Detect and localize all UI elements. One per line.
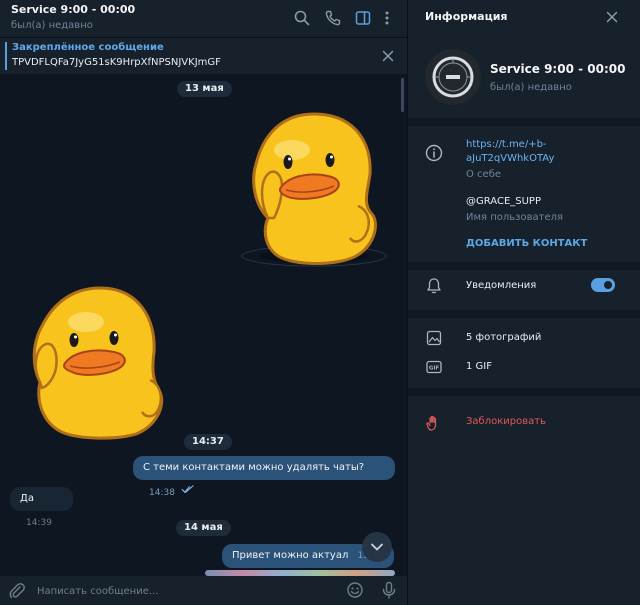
invite-link[interactable]: https://t.me/+b- aJuT2qVWhkOTAy [466,138,554,166]
block-hand-icon [425,414,443,432]
svg-text:GIF: GIF [429,366,440,372]
time-pill: 14:37 [184,434,232,450]
notifications-toggle[interactable] [591,278,615,292]
gif-icon: GIF [425,358,443,376]
contact-name: Service 9:00 - 00:00 [490,62,626,76]
bell-icon [425,277,443,295]
chat-header[interactable]: Service 9:00 - 00:00 был(а) недавно [0,0,407,37]
message-text: С теми контактами можно удалять чаты? [143,462,365,473]
date-pill: 13 мая [177,81,232,97]
pinned-message[interactable]: Закреплённое сообщение TPVDFLQFa7JyG51sK… [0,37,407,74]
invite-link-line2: aJuT2qVWhkOTAy [466,153,555,164]
message-time: 14:38 [149,488,175,498]
pinned-text: TPVDFLQFa7JyG51sK9HrpXfNPSNJVKJmGF [12,57,221,68]
scrollbar[interactable] [401,78,404,112]
pinned-indicator [5,42,7,70]
double-check-icon [181,480,194,504]
duck-sticker[interactable] [28,282,168,440]
more-vert-icon[interactable] [380,9,394,27]
search-icon[interactable] [293,9,311,27]
scroll-down-button[interactable] [362,532,392,562]
block-button[interactable]: Заблокировать [466,416,546,427]
chevron-down-icon [371,543,383,551]
message-out[interactable]: С теми контактами можно удалять чаты? 14… [133,456,395,498]
photo-icon [425,329,443,347]
duck-sticker[interactable] [238,110,390,270]
mic-icon[interactable] [380,581,398,599]
notifications-label: Уведомления [466,280,537,291]
close-icon[interactable] [604,9,620,25]
attach-icon[interactable] [8,582,26,600]
section-separator [408,118,640,126]
date-pill: 14 мая [176,520,231,536]
add-contact-button[interactable]: ДОБАВИТЬ КОНТАКТ [466,238,587,249]
about-label: О себе [466,169,502,180]
chat-area: Service 9:00 - 00:00 был(а) недавно Закр… [0,0,407,605]
toggle-knob [602,279,614,291]
info-panel: Информация Service 9:00 - 00:00 был(а) н… [408,0,640,605]
emoji-icon[interactable] [346,581,364,599]
section-separator [408,388,640,396]
message-text: Да [20,493,34,504]
message-in[interactable]: Да 14:39 [10,487,73,528]
info-title: Информация [425,10,508,23]
username-label: Имя пользователя [466,212,564,223]
phone-icon[interactable] [324,9,342,27]
composer [0,576,407,605]
info-icon [425,144,443,162]
pinned-title: Закреплённое сообщение [12,42,164,53]
section-separator [408,262,640,270]
section-separator [408,310,640,318]
close-icon[interactable] [380,48,396,64]
chat-status: был(а) недавно [11,20,93,31]
sidebar-toggle-icon[interactable] [354,9,372,27]
gifs-count[interactable]: 1 GIF [466,361,492,372]
avatar[interactable] [425,49,481,105]
contact-status: был(а) недавно [490,82,572,93]
message-input[interactable] [37,582,327,600]
message-text: Привет можно актуал [232,550,349,561]
message-time: 14:39 [26,518,52,528]
photos-count[interactable]: 5 фотографий [466,332,541,343]
chat-title[interactable]: Service 9:00 - 00:00 [11,3,135,16]
invite-link-line1: https://t.me/+b- [466,139,547,150]
username[interactable]: @GRACE_SUPP [466,196,541,207]
